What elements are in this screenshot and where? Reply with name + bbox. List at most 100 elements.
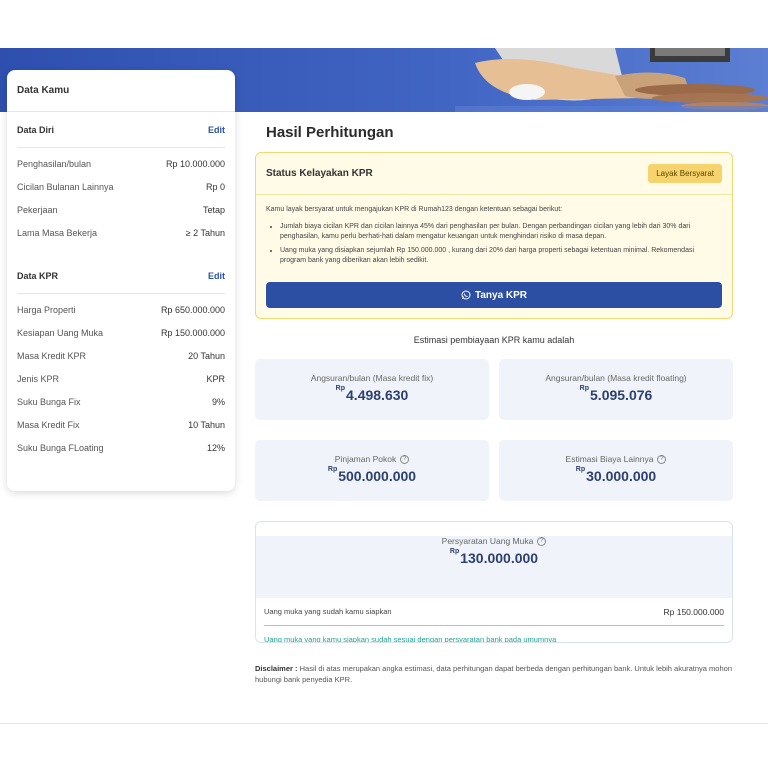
row-label: Masa Kredit KPR [17,350,87,361]
data-kamu-title: Data Kamu [7,70,235,112]
dp-details: Uang muka yang sudah kamu siapkan Rp 150… [256,598,732,643]
whatsapp-icon [461,290,471,300]
angsuran-fix-card: Angsuran/bulan (Masa kredit fix) Rp4.498… [255,359,489,420]
row-value: 12% [206,442,225,453]
row-value: Tetap [202,204,225,215]
dp-value: Rp130.000.000 [256,548,732,566]
stat-amount: 500.000.000 [338,468,417,484]
suku-bunga-floating-row: Suku Bunga FLoating 12% [17,436,225,459]
tanya-kpr-button[interactable]: Tanya KPR [266,282,722,308]
status-kelayakan-box: Status Kelayakan KPR Layak Bersyarat Kam… [255,152,733,319]
stat-value: Rp500.000.000 [255,466,489,484]
masa-kredit-row: Masa Kredit KPR 20 Tahun [17,344,225,367]
currency: Rp [449,548,460,555]
row-label: Cicilan Bulanan Lainnya [17,181,114,192]
stat-value: Rp4.498.630 [255,385,489,403]
status-points: Jumlah biaya cicilan KPR dan cicilan lai… [266,222,722,266]
persyaratan-uang-muka-box: Persyaratan Uang Muka? Rp130.000.000 Uan… [255,521,733,643]
data-kamu-card: Data Kamu Data Diri Edit Penghasilan/bul… [7,70,235,491]
cicilan-lainnya-row: Cicilan Bulanan Lainnya Rp 0 [17,175,225,198]
pinjaman-pokok-card: Pinjaman Pokok? Rp500.000.000 [255,440,489,501]
kpr-result-page: Data Kamu Data Diri Edit Penghasilan/bul… [0,0,768,768]
row-value: Rp 0 [205,181,225,192]
disclaimer-text: Hasil di atas merupakan angka estimasi, … [255,664,732,684]
stat-amount: 30.000.000 [586,468,657,484]
kesiapan-uang-muka-row: Kesiapan Uang Muka Rp 150.000.000 [17,321,225,344]
status-body: Kamu layak bersyarat untuk mengajukan KP… [256,195,732,266]
edit-data-kpr-link[interactable]: Edit [208,271,225,281]
stat-label: Estimasi Biaya Lainnya? [499,454,733,464]
stat-label-text: Estimasi Biaya Lainnya [565,454,654,464]
data-diri-title: Data Diri [17,124,55,135]
row-value: Rp 650.000.000 [160,304,225,315]
row-value: 9% [211,396,225,407]
stat-label-text: Pinjaman Pokok [334,454,397,464]
row-label: Jenis KPR [17,373,60,384]
disclaimer-label: Disclaimer : [255,664,298,673]
angsuran-floating-card: Angsuran/bulan (Masa kredit floating) Rp… [499,359,733,420]
row-value: ≥ 2 Tahun [185,227,225,238]
row-label: Masa Kredit Fix [17,419,80,430]
currency: Rp [335,385,346,392]
row-label: Pekerjaan [17,204,58,215]
row-value: 10 Tahun [188,419,225,430]
estimasi-biaya-card: Estimasi Biaya Lainnya? Rp30.000.000 [499,440,733,501]
footer-divider [0,723,768,724]
currency: Rp [327,466,338,473]
status-badge: Layak Bersyarat [648,164,722,183]
masa-kredit-fix-row: Masa Kredit Fix 10 Tahun [17,413,225,436]
banner-illustration [455,48,768,112]
row-label: Penghasilan/bulan [17,158,92,169]
row-label: Suku Bunga Fix [17,396,81,407]
row-value: Rp 10.000.000 [165,158,225,169]
edit-data-diri-link[interactable]: Edit [208,125,225,135]
row-value: Rp 150.000.000 [160,327,225,338]
harga-properti-row: Harga Properti Rp 650.000.000 [17,298,225,321]
jenis-kpr-row: Jenis KPR KPR [17,367,225,390]
page-title: Hasil Perhitungan [266,124,394,141]
dp-prepared-value: Rp 150.000.000 [663,606,725,617]
pekerjaan-row: Pekerjaan Tetap [17,198,225,221]
stat-amount: 5.095.076 [590,387,653,403]
dp-summary: Persyaratan Uang Muka? Rp130.000.000 [256,536,732,598]
help-icon[interactable]: ? [537,536,547,546]
dp-amount: 130.000.000 [460,550,539,566]
stat-value: Rp30.000.000 [499,466,733,484]
dp-note: Uang muka yang kamu siapkan sudah sesuai… [264,635,557,643]
data-diri-section: Data Diri Edit Penghasilan/bulan Rp 10.0… [7,112,235,244]
currency: Rp [579,385,590,392]
stat-label-text: Angsuran/bulan (Masa kredit floating) [545,373,687,383]
dp-label-text: Persyaratan Uang Muka [441,536,534,546]
help-icon[interactable]: ? [400,454,410,464]
tanya-kpr-label: Tanya KPR [474,289,528,301]
row-value: 20 Tahun [188,350,225,361]
dp-prepared-row: Uang muka yang sudah kamu siapkan Rp 150… [264,598,724,626]
disclaimer: Disclaimer : Hasil di atas merupakan ang… [255,663,733,685]
stat-label: Angsuran/bulan (Masa kredit floating) [499,373,733,383]
status-point: Uang muka yang disiapkan sejumlah Rp 150… [280,246,722,266]
suku-bunga-fix-row: Suku Bunga Fix 9% [17,390,225,413]
status-intro: Kamu layak bersyarat untuk mengajukan KP… [266,206,563,213]
help-icon[interactable]: ? [657,454,667,464]
stat-value: Rp5.095.076 [499,385,733,403]
estimasi-label: Estimasi pembiayaan KPR kamu adalah [413,335,575,345]
row-value: KPR [206,373,225,384]
data-kpr-title: Data KPR [17,270,59,281]
dp-label: Persyaratan Uang Muka? [256,536,732,546]
status-header: Status Kelayakan KPR Layak Bersyarat [256,153,732,195]
status-title: Status Kelayakan KPR [266,168,373,179]
stat-label: Pinjaman Pokok? [255,454,489,464]
stat-amount: 4.498.630 [346,387,409,403]
status-point: Jumlah biaya cicilan KPR dan cicilan lai… [280,222,722,242]
row-label: Lama Masa Bekerja [17,227,98,238]
stat-label-text: Angsuran/bulan (Masa kredit fix) [310,373,434,383]
data-diri-header: Data Diri Edit [17,112,225,148]
stat-label: Angsuran/bulan (Masa kredit fix) [255,373,489,383]
data-kpr-header: Data KPR Edit [17,258,225,294]
data-kpr-section: Data KPR Edit Harga Properti Rp 650.000.… [7,258,235,459]
row-label: Suku Bunga FLoating [17,442,104,453]
currency: Rp [575,466,586,473]
row-label: Harga Properti [17,304,76,315]
lama-bekerja-row: Lama Masa Bekerja ≥ 2 Tahun [17,221,225,244]
